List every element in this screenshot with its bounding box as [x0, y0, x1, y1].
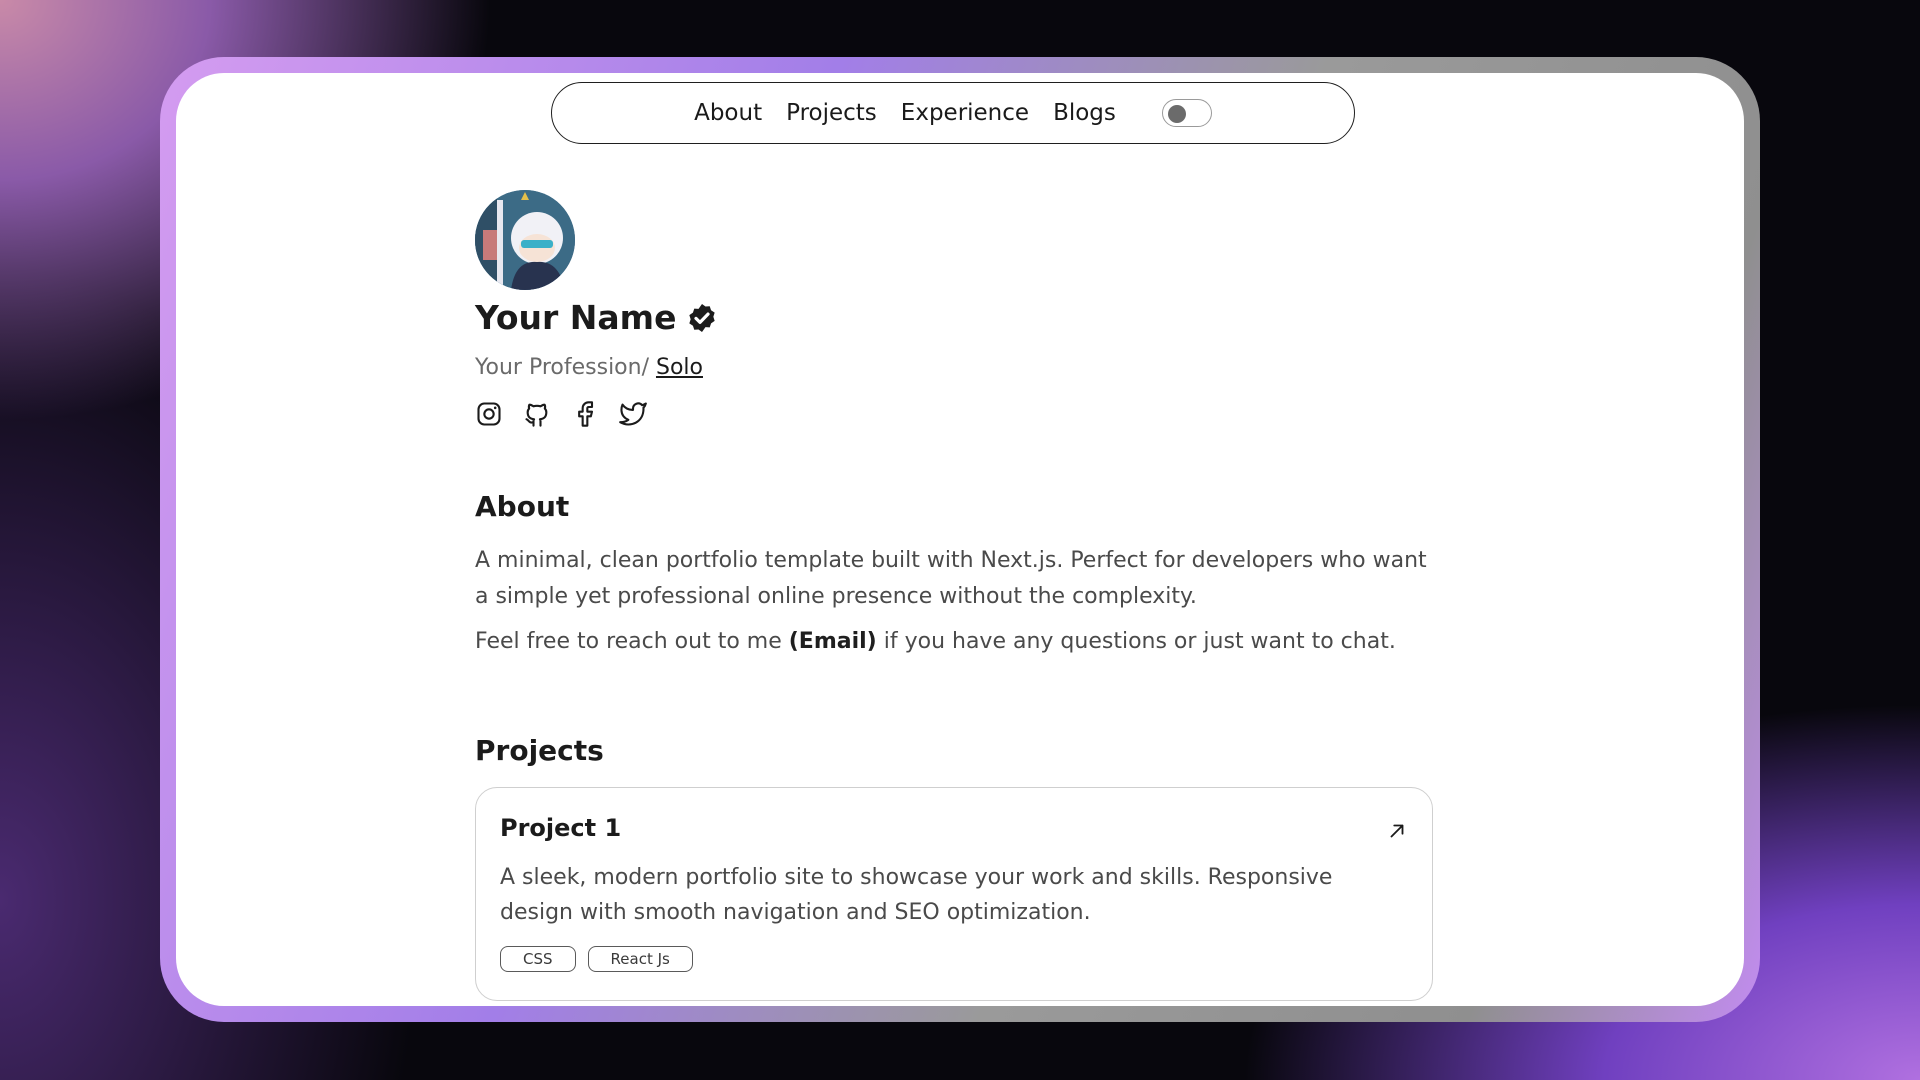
profession-text: Your Profession/	[475, 355, 656, 380]
projects-heading: Projects	[475, 734, 604, 767]
verified-badge-icon	[689, 303, 716, 332]
profile-name: Your Name	[475, 298, 677, 337]
profile-profession: Your Profession/ Solo	[475, 355, 1433, 380]
avatar	[475, 190, 575, 290]
arrow-up-right-icon[interactable]	[1386, 820, 1408, 842]
instagram-icon[interactable]	[475, 400, 503, 428]
profession-link[interactable]: Solo	[656, 355, 703, 380]
twitter-icon[interactable]	[619, 400, 647, 428]
project-description: A sleek, modern portfolio site to showca…	[500, 865, 1333, 925]
nav-link-experience[interactable]: Experience	[901, 100, 1029, 126]
browser-viewport: About Projects Experience Blogs Your Nam…	[176, 73, 1744, 1006]
device-frame: About Projects Experience Blogs Your Nam…	[160, 57, 1760, 1022]
project-card[interactable]: Project 1 A sleek, modern portfolio site…	[475, 787, 1433, 1001]
tag-css: CSS	[500, 946, 576, 972]
nav-link-projects[interactable]: Projects	[786, 100, 877, 126]
project-title: Project 1	[500, 814, 622, 842]
social-links	[475, 400, 1433, 428]
project-tags: CSS React Js	[500, 946, 1408, 972]
name-row: Your Name	[475, 298, 1433, 337]
nav-link-about[interactable]: About	[694, 100, 762, 126]
contact-text-post: if you have any questions or just want t…	[876, 629, 1396, 654]
toggle-knob	[1167, 104, 1186, 123]
contact-text-pre: Feel free to reach out to me	[475, 629, 789, 654]
contact-paragraph: Feel free to reach out to me (Email) if …	[475, 624, 1433, 660]
top-navbar: About Projects Experience Blogs	[551, 82, 1355, 144]
nav-link-blogs[interactable]: Blogs	[1053, 100, 1116, 126]
email-link[interactable]: (Email)	[789, 629, 877, 654]
avatar-illustration	[475, 190, 575, 290]
tag-react-js: React Js	[587, 946, 693, 972]
facebook-icon[interactable]	[571, 400, 599, 428]
github-icon[interactable]	[523, 400, 551, 428]
main-content: Your Name Your Profession/ Solo About A …	[475, 190, 1433, 1006]
theme-toggle[interactable]	[1161, 99, 1212, 127]
about-paragraph: A minimal, clean portfolio template buil…	[475, 548, 1427, 609]
about-heading: About	[475, 490, 570, 523]
